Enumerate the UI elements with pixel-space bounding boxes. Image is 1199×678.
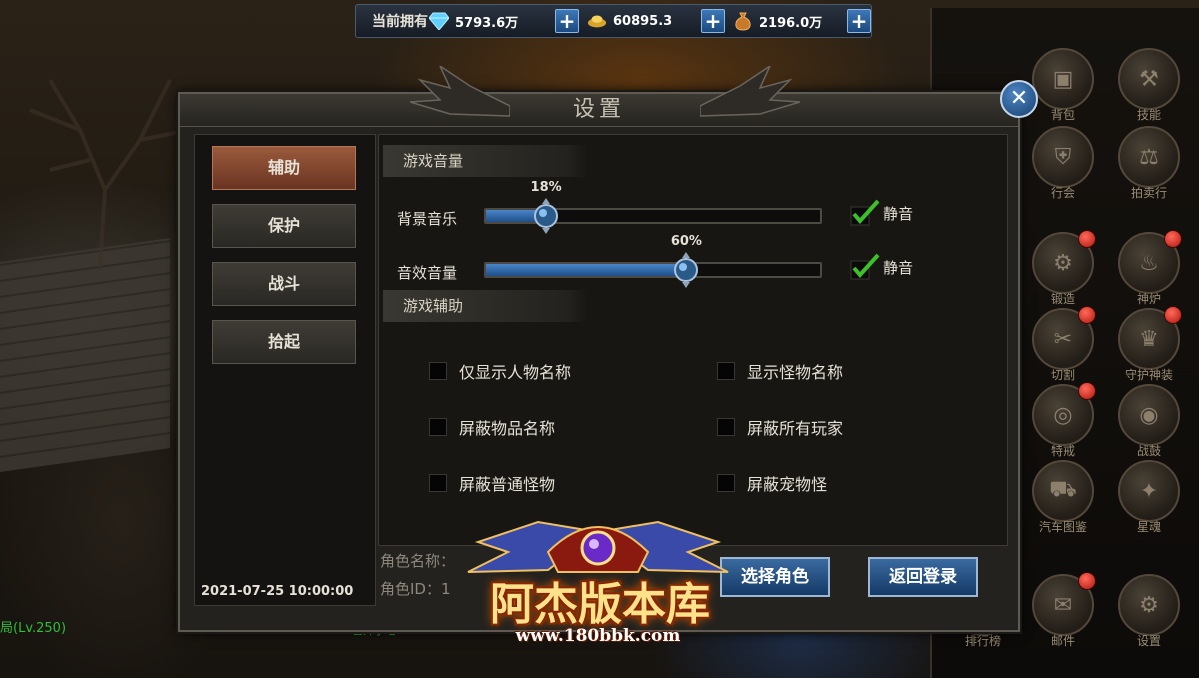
sfx-mute-label: 静音 bbox=[883, 258, 914, 277]
checkbox[interactable] bbox=[429, 418, 447, 436]
tab-protect[interactable]: 保护 bbox=[212, 204, 356, 248]
role-name-label: 角色名称： bbox=[380, 552, 456, 570]
sfx-mute-toggle[interactable]: 静音 bbox=[849, 253, 913, 281]
option-label: 屏蔽所有玩家 bbox=[747, 419, 844, 438]
option-hide-normal-monsters[interactable]: 屏蔽普通怪物 bbox=[429, 471, 555, 495]
backpack-icon[interactable]: ▣ bbox=[1032, 48, 1094, 110]
checkbox[interactable] bbox=[429, 474, 447, 492]
close-button[interactable]: ✕ bbox=[1000, 80, 1038, 118]
currency-gold: 60895.3 + bbox=[579, 5, 725, 37]
gold-value: 60895.3 bbox=[613, 13, 673, 29]
coin-bag-value: 2196.0万 bbox=[759, 15, 823, 31]
star-soul-icon[interactable]: ✦ bbox=[1118, 460, 1180, 522]
option-label: 屏蔽普通怪物 bbox=[459, 475, 556, 494]
side-menu-label: 战鼓 bbox=[1136, 444, 1161, 458]
checkbox[interactable] bbox=[717, 418, 735, 436]
currency-label: 当前拥有 bbox=[372, 14, 428, 30]
notification-badge bbox=[1164, 306, 1182, 324]
sfx-percent: 60% bbox=[670, 234, 702, 249]
notification-badge bbox=[1078, 230, 1096, 248]
option-hide-all-players[interactable]: 屏蔽所有玩家 bbox=[717, 415, 843, 439]
checkbox[interactable] bbox=[717, 362, 735, 380]
sfx-slider-fill bbox=[486, 264, 687, 276]
side-menu-label: 邮件 bbox=[1050, 634, 1075, 648]
side-menu-label: 设置 bbox=[1136, 634, 1161, 648]
side-menu-label: 排行榜 bbox=[964, 634, 1001, 648]
checkbox[interactable] bbox=[429, 362, 447, 380]
currency-bar: 当前拥有 5793.6万 + 60895.3 + 2196.0万 + bbox=[355, 4, 872, 38]
assist-section-title: 游戏辅助 bbox=[383, 290, 588, 322]
watermark-title: 阿杰版本库 bbox=[490, 579, 710, 630]
bgm-mute-label: 静音 bbox=[883, 204, 914, 223]
tab-assist[interactable]: 辅助 bbox=[212, 146, 356, 190]
currency-diamond: 5793.6万 + bbox=[429, 5, 579, 37]
option-show-player-names-only[interactable]: 仅显示人物名称 bbox=[429, 359, 571, 383]
side-menu-label: 守护神装 bbox=[1124, 368, 1173, 382]
side-menu-label: 神炉 bbox=[1136, 292, 1161, 306]
dialog-titlebar: 设置 bbox=[180, 66, 1018, 127]
skill-icon[interactable]: ⚒ bbox=[1118, 48, 1180, 110]
notification-badge bbox=[1164, 230, 1182, 248]
gold-ingot-icon bbox=[587, 11, 607, 31]
checkmark-icon bbox=[850, 253, 880, 280]
side-menu-label: 技能 bbox=[1136, 108, 1161, 122]
checkmark-icon bbox=[850, 199, 880, 226]
add-diamond-button[interactable]: + bbox=[555, 9, 579, 33]
guild-icon[interactable]: ⛨ bbox=[1032, 126, 1094, 188]
option-label: 仅显示人物名称 bbox=[459, 363, 572, 382]
tab-combat[interactable]: 战斗 bbox=[212, 262, 356, 306]
close-icon: ✕ bbox=[1009, 86, 1029, 111]
bgm-slider[interactable]: 18% bbox=[484, 180, 822, 234]
ruined-wall bbox=[0, 238, 170, 472]
side-menu-label: 行会 bbox=[1050, 186, 1075, 200]
watermark-url: www.180bbk.com bbox=[515, 626, 681, 646]
side-menu-label: 切割 bbox=[1050, 368, 1075, 382]
option-hide-item-names[interactable]: 屏蔽物品名称 bbox=[429, 415, 555, 439]
notification-badge bbox=[1078, 382, 1096, 400]
notification-badge bbox=[1078, 572, 1096, 590]
bgm-mute-toggle[interactable]: 静音 bbox=[849, 199, 913, 227]
option-label: 显示怪物名称 bbox=[747, 363, 844, 382]
server-datetime: 2021-07-25 10:00:00 bbox=[201, 584, 354, 599]
bgm-slider-knob[interactable] bbox=[532, 198, 560, 234]
bgm-percent: 18% bbox=[530, 180, 562, 195]
add-gold-button[interactable]: + bbox=[701, 9, 725, 33]
side-menu-label: 拍卖行 bbox=[1130, 186, 1167, 200]
sfx-slider-knob[interactable] bbox=[672, 252, 700, 288]
auction-icon[interactable]: ⚖ bbox=[1118, 126, 1180, 188]
sfx-label: 音效音量 bbox=[397, 264, 458, 282]
diamond-value: 5793.6万 bbox=[455, 15, 519, 31]
volume-section-title: 游戏音量 bbox=[383, 145, 588, 177]
car-icon[interactable]: ⛟ bbox=[1032, 460, 1094, 522]
option-label: 屏蔽物品名称 bbox=[459, 419, 556, 438]
option-hide-pet-monsters[interactable]: 屏蔽宠物怪 bbox=[717, 471, 827, 495]
side-menu-label: 星魂 bbox=[1136, 520, 1161, 534]
side-menu-label: 汽车图鉴 bbox=[1038, 520, 1087, 534]
sfx-slider[interactable]: 60% bbox=[484, 234, 822, 288]
dialog-title: 设置 bbox=[572, 97, 625, 122]
option-label: 屏蔽宠物怪 bbox=[747, 475, 828, 494]
bgm-label: 背景音乐 bbox=[397, 210, 458, 228]
currency-coin-bag: 2196.0万 + bbox=[725, 5, 871, 37]
checkbox[interactable] bbox=[717, 474, 735, 492]
drum-icon[interactable]: ◉ bbox=[1118, 384, 1180, 446]
settings-icon[interactable]: ⚙ bbox=[1118, 574, 1180, 636]
side-menu-label: 锻造 bbox=[1050, 292, 1075, 306]
side-menu-label: 特戒 bbox=[1050, 444, 1075, 458]
tab-pickup[interactable]: 拾起 bbox=[212, 320, 356, 364]
role-id-label: 角色ID：1 bbox=[380, 580, 451, 598]
settings-tab-column: 辅助 保护 战斗 拾起 2021-07-25 10:00:00 bbox=[194, 134, 376, 606]
coin-bag-icon bbox=[733, 11, 753, 31]
return-login-button[interactable]: 返回登录 bbox=[868, 557, 978, 597]
watermark-logo: 阿杰版本库 www.180bbk.com bbox=[448, 512, 748, 662]
player-name-tag[interactable]: 局(Lv.250) bbox=[0, 617, 66, 636]
assist-settings-panel: 游戏音量 背景音乐 18% 静音 音效音量 60% 静音 游戏辅助 仅显示人物名… bbox=[378, 134, 1008, 546]
add-coin-bag-button[interactable]: + bbox=[847, 9, 871, 33]
option-show-monster-names[interactable]: 显示怪物名称 bbox=[717, 359, 843, 383]
diamond-icon bbox=[429, 11, 449, 31]
notification-badge bbox=[1078, 306, 1096, 324]
